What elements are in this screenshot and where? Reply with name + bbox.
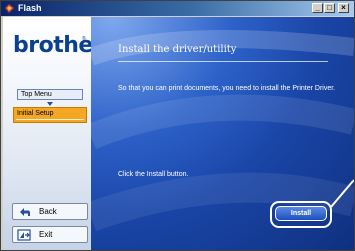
flash-app-icon [5,4,14,13]
window-title: Flash [18,3,42,13]
top-menu-button[interactable]: Top Menu [17,89,83,100]
main-content: Install the driver/utility So that you c… [91,17,354,250]
description-text: So that you can print documents, you nee… [118,85,336,92]
page-title: Install the driver/utility [118,44,237,55]
back-label: Back [39,207,57,216]
title-bar[interactable]: Flash _ □ × [1,1,354,16]
instruction-text: Click the Install button. [118,171,189,178]
minimize-button[interactable]: _ [312,3,323,13]
down-arrow-icon [47,102,53,106]
flash-window: Flash _ □ × brother ® Top Menu Initial S… [0,0,355,251]
initial-setup-item[interactable]: Initial Setup [13,107,87,123]
back-button[interactable]: Back [12,203,88,220]
close-button[interactable]: × [338,3,349,13]
exit-door-icon [17,229,31,241]
brother-logo: brother [13,33,104,58]
pointer-arrow-icon [330,179,354,208]
exit-button[interactable]: Exit [12,226,88,243]
title-divider [118,61,328,62]
back-arrow-icon [20,208,30,216]
install-button[interactable]: Install [275,206,327,221]
exit-label: Exit [39,230,53,239]
sidebar: brother ® Top Menu Initial Setup Back Ex… [3,17,104,250]
registered-mark: ® [82,36,86,42]
maximize-button[interactable]: □ [324,3,335,13]
